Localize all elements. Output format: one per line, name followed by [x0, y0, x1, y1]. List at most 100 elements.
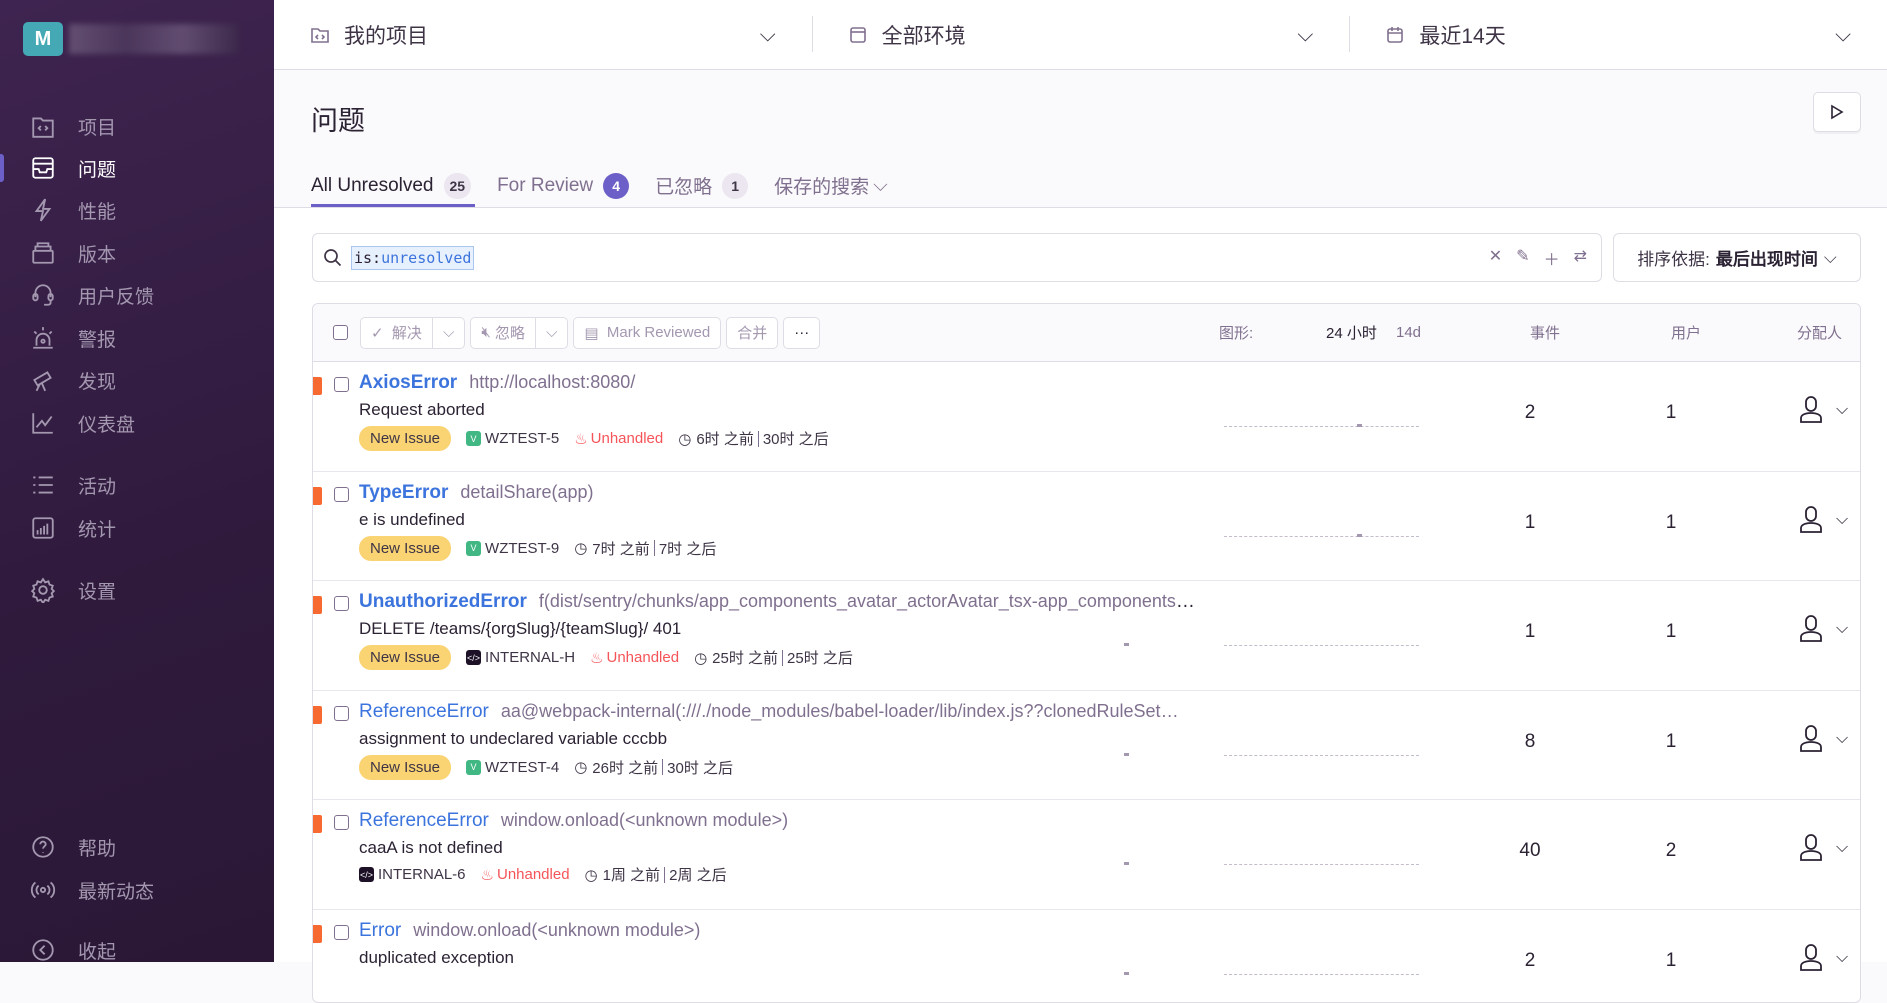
issue-checkbox[interactable] [334, 377, 349, 392]
issue-checkbox[interactable] [334, 487, 349, 502]
project-link[interactable]: VWZTEST-5 [466, 430, 559, 447]
issue-location: detailShare(app) [460, 482, 593, 502]
pin-icon[interactable]: ✎ [1516, 246, 1529, 270]
sidebar-item-7[interactable]: 仪表盘 [0, 403, 274, 443]
event-sparkline [1224, 536, 1419, 537]
tab-1[interactable]: For Review4 [497, 164, 629, 207]
issue-checkbox[interactable] [334, 596, 349, 611]
chevron-down-icon: ⌵ [873, 175, 887, 197]
period-14d-toggle[interactable]: 14d [1396, 324, 1421, 341]
sidebar-item-0[interactable]: 项目 [0, 106, 274, 146]
user-count: 1 [1651, 512, 1691, 534]
javascript-platform-icon: </> [359, 867, 374, 882]
issue-row[interactable]: UnauthorizedErrorf(dist/sentry/chunks/ap… [313, 581, 1860, 691]
issue-title-link[interactable]: TypeError [359, 482, 448, 503]
sidebar-bottom-item-0[interactable]: 帮助 [0, 827, 274, 867]
clock-icon: ◷ [585, 866, 598, 884]
project-link[interactable]: </>INTERNAL-6 [359, 866, 466, 883]
issue-time: ◷1周 之前2周 之后 [585, 864, 727, 885]
sidebar-bottom-item-2[interactable]: 收起 [0, 930, 274, 970]
chevron-down-icon: ⌵ [1824, 248, 1837, 268]
sidebar-item-5[interactable]: 警报 [0, 318, 274, 358]
sidebar-item-6[interactable]: 发现 [0, 360, 274, 400]
search-icon [323, 248, 343, 268]
issue-title-link[interactable]: ReferenceError [359, 701, 489, 722]
assignee-selector[interactable]: ⌵ [1798, 506, 1848, 534]
project-link[interactable]: VWZTEST-4 [466, 759, 559, 776]
filter-settings-icon[interactable]: ⇄ [1574, 246, 1587, 270]
sidebar-item-4[interactable]: 用户反馈 [0, 275, 274, 315]
sidebar-bottom-item-1[interactable]: 最新动态 [0, 870, 274, 910]
issue-location: aa@webpack-internal(:///./node_modules/b… [501, 701, 1179, 721]
issue-time: ◷7时 之前7时 之后 [574, 538, 716, 559]
issue-list: ✓ 解决⌵ 🔇︎ 忽略⌵ ▤ Mark Reviewed 合并 ··· 图形: … [312, 303, 1861, 1003]
user-count: 1 [1651, 621, 1691, 643]
period-24h-toggle[interactable]: 24 小时 [1326, 322, 1377, 343]
org-switcher[interactable]: M [23, 22, 239, 56]
chevron-down-icon[interactable]: ⌵ [546, 324, 557, 341]
issue-title-link[interactable]: ReferenceError [359, 810, 489, 831]
tab-3[interactable]: 保存的搜索⌵ [774, 164, 887, 207]
more-actions-button[interactable]: ··· [783, 317, 820, 349]
search-token[interactable]: is:unresolved [351, 246, 474, 270]
issue-title-link[interactable]: Error [359, 920, 401, 941]
environment-icon [848, 25, 868, 45]
ignore-button[interactable]: 🔇︎ 忽略⌵ [470, 317, 568, 349]
project-link[interactable]: VWZTEST-9 [466, 540, 559, 557]
project-icon [310, 25, 330, 45]
sidebar-item-1[interactable]: 问题 [0, 148, 274, 188]
search-input[interactable]: is:unresolved ✕ ✎ ＋ ⇄ [312, 233, 1602, 282]
date-filter[interactable]: 最近14天 ⌵ [1349, 0, 1887, 69]
sort-dropdown[interactable]: 排序依据:最后出现时间 ⌵ [1613, 233, 1861, 282]
issue-row[interactable]: AxiosErrorhttp://localhost:8080/ Request… [313, 362, 1860, 472]
select-all-checkbox[interactable] [333, 325, 348, 340]
project-link[interactable]: </>INTERNAL-H [466, 649, 575, 666]
clock-icon: ◷ [678, 430, 691, 448]
issue-checkbox[interactable] [334, 815, 349, 830]
siren-icon [28, 323, 58, 353]
fire-icon: ♨ [574, 430, 587, 448]
project-filter[interactable]: 我的项目 ⌵ [274, 0, 812, 69]
user-icon [1798, 944, 1824, 972]
sidebar-item-10[interactable]: 设置 [0, 570, 274, 610]
assignee-selector[interactable]: ⌵ [1798, 834, 1848, 862]
event-count: 1 [1510, 621, 1550, 643]
issue-row[interactable]: ReferenceError aa@webpack-internal(:///./… [313, 691, 1860, 801]
tab-0[interactable]: All Unresolved25 [311, 164, 471, 207]
stats-icon [28, 513, 58, 543]
replay-button[interactable] [1813, 92, 1861, 132]
assignee-selector[interactable]: ⌵ [1798, 725, 1848, 753]
issue-message: caaA is not defined [359, 838, 503, 858]
issue-row[interactable]: TypeErrordetailShare(app) e is undefined… [313, 472, 1860, 582]
assignee-selector[interactable]: ⌵ [1798, 615, 1848, 643]
assignee-selector[interactable]: ⌵ [1798, 396, 1848, 424]
sidebar-item-3[interactable]: 版本 [0, 233, 274, 273]
tab-count-badge: 1 [722, 173, 748, 199]
sidebar-item-8[interactable]: 活动 [0, 465, 274, 505]
issue-row[interactable]: Errorwindow.onload(<unknown module>) dup… [313, 910, 1860, 1003]
issue-time: ◷26时 之前30时 之后 [574, 757, 733, 778]
add-icon[interactable]: ＋ [1544, 246, 1560, 270]
org-name-redacted [69, 24, 239, 54]
sidebar-item-9[interactable]: 统计 [0, 508, 274, 548]
chevron-down-icon[interactable]: ⌵ [443, 324, 454, 341]
issue-row[interactable]: ReferenceErrorwindow.onload(<unknown mod… [313, 800, 1860, 910]
assignee-selector[interactable]: ⌵ [1798, 944, 1848, 972]
sidebar: M 项目问题性能版本用户反馈警报发现仪表盘活动统计设置帮助最新动态收起 [0, 0, 274, 962]
sidebar-item-2[interactable]: 性能 [0, 190, 274, 230]
environment-filter[interactable]: 全部环境 ⌵ [812, 0, 1350, 69]
fire-icon: ♨ [590, 649, 603, 667]
tab-2[interactable]: 已忽略1 [655, 164, 748, 207]
issue-checkbox[interactable] [334, 925, 349, 940]
issue-title-link[interactable]: UnauthorizedError [359, 591, 527, 612]
user-count: 2 [1651, 840, 1691, 862]
merge-button[interactable]: 合并 [726, 317, 778, 349]
clear-icon[interactable]: ✕ [1489, 246, 1502, 270]
issue-checkbox[interactable] [334, 706, 349, 721]
mark-reviewed-button[interactable]: ▤ Mark Reviewed [573, 317, 721, 349]
resolve-button[interactable]: ✓ 解决⌵ [360, 317, 465, 349]
javascript-platform-icon: </> [466, 650, 481, 665]
sparkline-bar [1124, 753, 1129, 756]
mute-icon: 🔇︎ [481, 324, 490, 341]
issue-title-link[interactable]: AxiosError [359, 372, 457, 393]
